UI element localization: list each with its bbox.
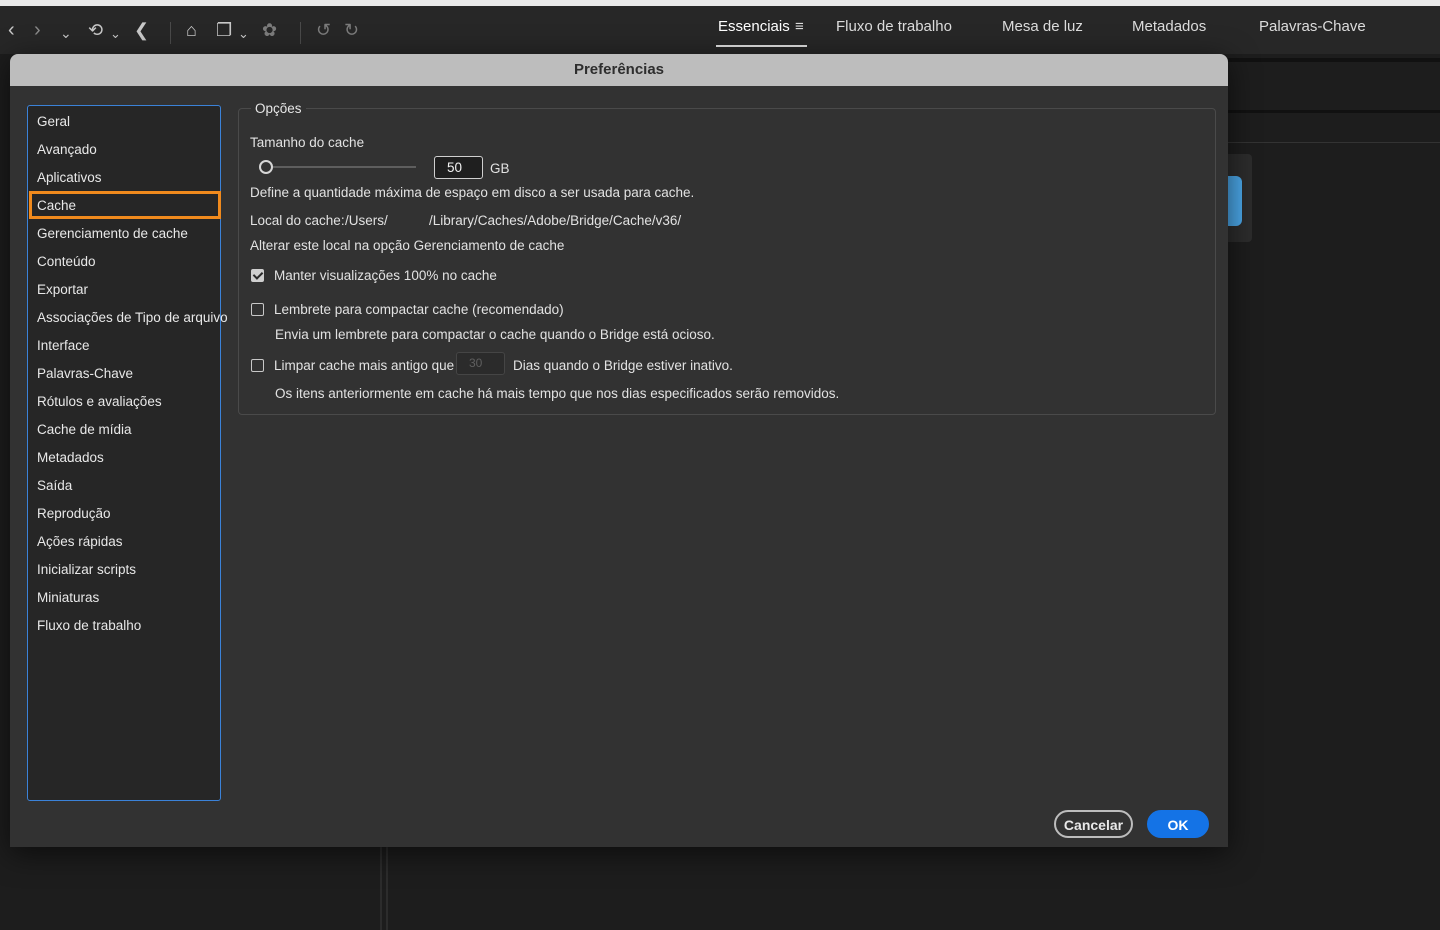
recent-icon[interactable]: ⟲ bbox=[88, 20, 103, 40]
chevron-left-icon[interactable]: ‹ bbox=[8, 20, 15, 40]
keep-previews-label[interactable]: Manter visualizações 100% no cache bbox=[274, 268, 497, 283]
bg-divider bbox=[1228, 58, 1440, 62]
purge-older-label[interactable]: Limpar cache mais antigo que bbox=[274, 358, 454, 373]
refine-icon[interactable]: ✿ bbox=[262, 20, 277, 40]
cancel-button[interactable]: Cancelar bbox=[1054, 810, 1133, 838]
category-output[interactable]: Saída bbox=[37, 478, 72, 493]
active-workspace-underline bbox=[716, 45, 807, 47]
boomerang-icon[interactable]: ❮ bbox=[134, 20, 149, 40]
category-list: Geral Avançado Aplicativos Cache Gerenci… bbox=[27, 105, 228, 801]
compact-reminder-description: Envia um lembrete para compactar o cache… bbox=[275, 327, 715, 342]
toolbar-divider bbox=[170, 22, 171, 44]
category-labels-ratings[interactable]: Rótulos e avaliações bbox=[37, 394, 162, 409]
preferences-dialog: Preferências Geral Avançado Aplicativos … bbox=[10, 54, 1228, 847]
category-cache[interactable]: Cache bbox=[37, 198, 76, 213]
chevron-down-icon[interactable]: ⌄ bbox=[60, 23, 72, 43]
category-general[interactable]: Geral bbox=[37, 114, 70, 129]
bg-divider bbox=[1228, 110, 1440, 113]
purge-older-checkbox[interactable] bbox=[251, 359, 264, 372]
cache-size-unit: GB bbox=[490, 161, 510, 176]
purge-days-suffix: Dias quando o Bridge estiver inativo. bbox=[513, 358, 733, 373]
purge-days-input[interactable]: 30 bbox=[456, 352, 505, 375]
workspace-light-table[interactable]: Mesa de luz bbox=[1002, 18, 1083, 35]
app-toolbar: ‹ › ⌄ ⟲ ⌄ ❮ ⌂ ❐ ⌄ ✿ ↺ ↻ Essenciais ≡ Flu… bbox=[0, 6, 1440, 54]
category-workflow[interactable]: Fluxo de trabalho bbox=[37, 618, 141, 633]
category-file-type-associations[interactable]: Associações de Tipo de arquivo bbox=[37, 310, 228, 325]
category-interface[interactable]: Interface bbox=[37, 338, 90, 353]
toolbar-divider bbox=[300, 22, 301, 44]
options-legend: Opções bbox=[251, 101, 306, 116]
workspace-metadata[interactable]: Metadados bbox=[1132, 18, 1206, 35]
cache-size-slider-knob[interactable] bbox=[259, 160, 273, 174]
dialog-title: Preferências bbox=[10, 54, 1228, 86]
bg-blue-button bbox=[1226, 176, 1242, 226]
workspace-keywords[interactable]: Palavras-Chave bbox=[1259, 18, 1366, 35]
workspace-workflow[interactable]: Fluxo de trabalho bbox=[836, 18, 952, 35]
category-media-cache[interactable]: Cache de mídia bbox=[37, 422, 132, 437]
cache-size-label: Tamanho do cache bbox=[250, 135, 365, 150]
purge-description: Os itens anteriormente em cache há mais … bbox=[275, 386, 840, 401]
category-startup-scripts[interactable]: Inicializar scripts bbox=[37, 562, 136, 577]
cache-size-slider[interactable] bbox=[264, 166, 416, 168]
copy-icon[interactable]: ❐ bbox=[216, 20, 232, 40]
compact-reminder-checkbox[interactable] bbox=[251, 303, 264, 316]
category-keywords[interactable]: Palavras-Chave bbox=[37, 366, 133, 381]
compact-reminder-label[interactable]: Lembrete para compactar cache (recomenda… bbox=[274, 302, 564, 317]
keep-previews-checkbox[interactable] bbox=[251, 269, 264, 282]
category-content[interactable]: Conteúdo bbox=[37, 254, 96, 269]
cache-location-path: /Library/Caches/Adobe/Bridge/Cache/v36/ bbox=[429, 213, 682, 228]
cache-size-description: Define a quantidade máxima de espaço em … bbox=[250, 185, 695, 200]
camera-icon[interactable]: ⌂ bbox=[186, 20, 197, 40]
category-export[interactable]: Exportar bbox=[37, 282, 88, 297]
ok-button[interactable]: OK bbox=[1147, 810, 1209, 838]
chevron-right-icon[interactable]: › bbox=[34, 20, 41, 40]
cache-location-user: /Users/ bbox=[345, 213, 388, 228]
category-thumbnails[interactable]: Miniaturas bbox=[37, 590, 99, 605]
workspace-menu-icon[interactable]: ≡ bbox=[795, 18, 804, 35]
bg-divider bbox=[386, 847, 388, 930]
cache-location-hint: Alterar este local na opção Gerenciament… bbox=[250, 238, 565, 253]
category-quick-actions[interactable]: Ações rápidas bbox=[37, 534, 123, 549]
bg-divider bbox=[1228, 142, 1440, 143]
category-advanced[interactable]: Avançado bbox=[37, 142, 97, 157]
recent-dropdown-icon[interactable]: ⌄ bbox=[110, 24, 121, 44]
category-applications[interactable]: Aplicativos bbox=[37, 170, 102, 185]
workspace-essentials[interactable]: Essenciais bbox=[718, 18, 790, 35]
rotate-left-icon[interactable]: ↺ bbox=[316, 20, 331, 40]
rotate-right-icon[interactable]: ↻ bbox=[344, 20, 359, 40]
copy-dropdown-icon[interactable]: ⌄ bbox=[238, 24, 249, 44]
category-metadata[interactable]: Metadados bbox=[37, 450, 104, 465]
cache-location-label: Local do cache: bbox=[250, 213, 345, 228]
category-cache-management[interactable]: Gerenciamento de cache bbox=[37, 226, 188, 241]
bg-divider bbox=[380, 847, 382, 930]
cache-size-input[interactable]: 50 bbox=[434, 156, 483, 179]
category-playback[interactable]: Reprodução bbox=[37, 506, 111, 521]
